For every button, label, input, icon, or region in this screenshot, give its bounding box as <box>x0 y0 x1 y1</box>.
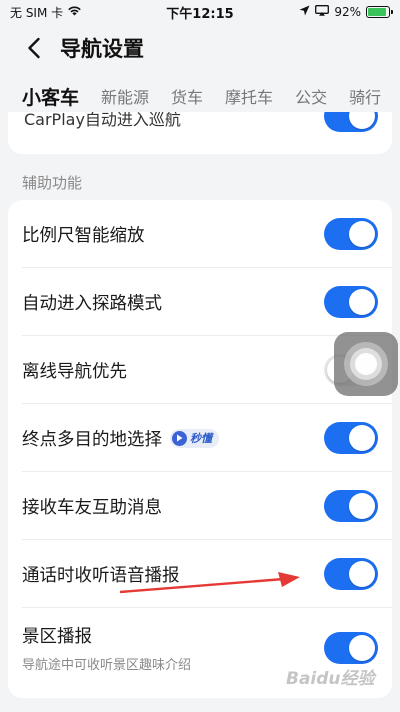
toggle-knob <box>349 493 375 519</box>
setting-label: 终点多目的地选择 <box>22 429 162 450</box>
status-time: 下午12:15 <box>166 6 234 22</box>
assistive-ring-middle <box>350 348 382 380</box>
nav-header: 导航设置 <box>0 28 400 68</box>
setting-label-wrap: 景区播报 <box>22 623 92 648</box>
top-settings-card: CarPlay自动进入巡航 <box>8 112 392 154</box>
toggle-knob <box>349 289 375 315</box>
battery-icon <box>366 6 393 18</box>
toggle-knob <box>349 635 375 661</box>
explainer-badge[interactable]: 秒懂 <box>170 428 219 448</box>
back-button[interactable] <box>14 28 54 68</box>
assist-settings-card: 比例尺智能缩放 自动进入探路模式 离线导航优先 终点多目的地选择 秒懂 接收车友互助消息通… <box>8 200 392 698</box>
setting-label-wrap: 接收车友互助消息 <box>22 494 162 519</box>
red-arrow-annotation <box>119 572 300 594</box>
setting-label: 自动进入探路模式 <box>22 293 162 314</box>
wifi-icon <box>67 5 82 19</box>
setting-label: 离线导航优先 <box>22 361 127 382</box>
setting-label-wrap: 自动进入探路模式 <box>22 290 162 315</box>
setting-label-wrap: 终点多目的地选择 秒懂 <box>22 426 219 451</box>
location-icon <box>299 5 310 19</box>
carrier-text: 无 SIM 卡 <box>10 5 64 20</box>
toggle-knob <box>349 425 375 451</box>
setting-toggle[interactable] <box>324 632 378 664</box>
assistive-ring-inner <box>355 353 377 375</box>
page-title: 导航设置 <box>60 37 144 61</box>
badge-text: 秒懂 <box>190 432 212 445</box>
setting-label: 景区播报 <box>22 627 92 647</box>
setting-toggle[interactable] <box>324 286 378 318</box>
battery-fill <box>368 8 387 16</box>
battery-percent: 92% <box>334 5 361 19</box>
setting-row: 终点多目的地选择 秒懂 <box>8 404 392 472</box>
setting-label-wrap: 比例尺智能缩放 <box>22 222 145 247</box>
setting-toggle[interactable] <box>324 490 378 522</box>
screen-mirror-icon <box>315 5 330 19</box>
toggle-knob <box>349 221 375 247</box>
toggle-knob <box>349 112 375 129</box>
carplay-cruise-toggle[interactable] <box>324 112 378 132</box>
carplay-cruise-label: CarPlay自动进入巡航 <box>24 112 181 129</box>
setting-row: 自动进入探路模式 <box>8 268 392 336</box>
setting-row: 接收车友互助消息 <box>8 472 392 540</box>
play-icon <box>172 430 187 446</box>
setting-label: 接收车友互助消息 <box>22 497 162 518</box>
toggle-knob <box>349 561 375 587</box>
setting-toggle[interactable] <box>324 558 378 590</box>
setting-label-wrap: 离线导航优先 <box>22 358 127 383</box>
status-bar: 无 SIM 卡 下午12:15 92% <box>0 0 400 24</box>
watermark: Baidu经验 <box>286 669 375 689</box>
chevron-left-icon <box>28 37 40 59</box>
assistive-touch-button[interactable] <box>334 332 398 396</box>
assistive-ring-outer <box>344 342 388 386</box>
section-label: 辅助功能 <box>22 174 83 192</box>
setting-sublabel: 导航途中可收听景区趣味介绍 <box>22 658 192 673</box>
setting-toggle[interactable] <box>324 422 378 454</box>
setting-toggle[interactable] <box>324 218 378 250</box>
setting-label: 比例尺智能缩放 <box>22 225 145 246</box>
setting-row: 比例尺智能缩放 <box>8 200 392 268</box>
